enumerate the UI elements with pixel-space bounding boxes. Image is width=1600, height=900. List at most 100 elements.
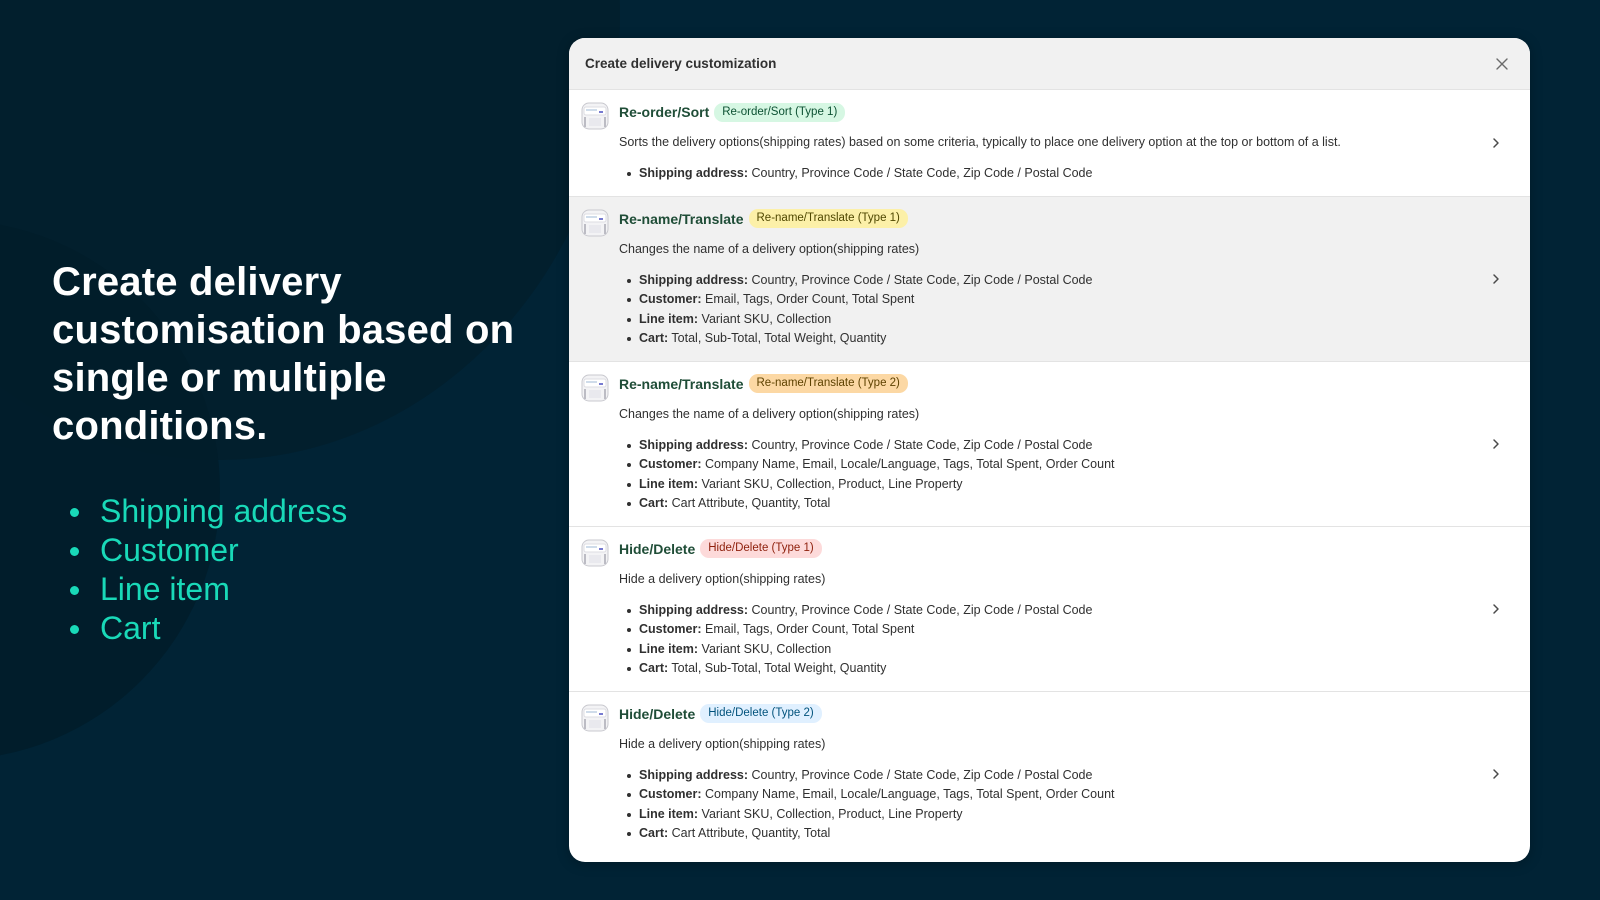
condition-label: Line item: bbox=[639, 476, 699, 491]
condition-label: Cart: bbox=[639, 826, 669, 840]
customization-option[interactable]: Hide/Delete Hide/Delete (Type 1) Hide a … bbox=[569, 527, 1530, 692]
type-badge: Re-name/Translate (Type 1) bbox=[748, 209, 908, 228]
condition-list: Shipping address: Country, Province Code… bbox=[619, 766, 1490, 844]
condition-label: Customer: bbox=[639, 622, 702, 636]
condition-item: Line item: Variant SKU, Collection, Prod… bbox=[627, 805, 1490, 825]
condition-item: Cart: Total, Sub-Total, Total Weight, Qu… bbox=[627, 329, 1490, 349]
condition-item: Customer: Email, Tags, Order Count, Tota… bbox=[627, 290, 1490, 310]
condition-label: Line item: bbox=[639, 641, 699, 656]
bullet-icon bbox=[70, 586, 79, 595]
condition-item: Cart: Cart Attribute, Quantity, Total bbox=[627, 824, 1490, 844]
condition-label: Shipping address: bbox=[639, 602, 749, 617]
condition-item: Shipping address: Country, Province Code… bbox=[627, 766, 1490, 786]
condition-list: Shipping address: Country, Province Code… bbox=[619, 271, 1490, 349]
type-badge: Re-order/Sort (Type 1) bbox=[714, 102, 846, 122]
condition-value: Cart Attribute, Quantity, Total bbox=[671, 826, 831, 840]
condition-value: Variant SKU, Collection bbox=[701, 641, 832, 656]
hero-section: Create delivery customisation based on s… bbox=[52, 258, 532, 648]
condition-value: Cart Attribute, Quantity, Total bbox=[671, 496, 831, 510]
condition-label: Line item: bbox=[639, 311, 699, 326]
condition-item: Line item: Variant SKU, Collection, Prod… bbox=[627, 475, 1490, 495]
condition-value: Total, Sub-Total, Total Weight, Quantity bbox=[671, 661, 887, 675]
chevron-right-icon bbox=[1493, 438, 1499, 449]
condition-value: Country, Province Code / State Code, Zip… bbox=[751, 272, 1093, 287]
customization-option[interactable]: Hide/Delete Hide/Delete (Type 2) Hide a … bbox=[569, 692, 1530, 856]
condition-value: Company Name, Email, Locale/Language, Ta… bbox=[705, 457, 1115, 471]
condition-value: Country, Province Code / State Code, Zip… bbox=[751, 166, 1093, 180]
option-name: Re-name/Translate bbox=[619, 210, 744, 227]
chevron-right-icon bbox=[1493, 138, 1499, 148]
condition-item: Cart: Cart Attribute, Quantity, Total bbox=[627, 494, 1490, 514]
chevron-right-icon bbox=[1493, 603, 1499, 614]
condition-value: Country, Province Code / State Code, Zip… bbox=[751, 437, 1093, 452]
bullet-icon bbox=[70, 625, 79, 634]
customization-option-list: Re-order/Sort Re-order/Sort (Type 1) Sor… bbox=[569, 90, 1530, 856]
option-description: Changes the name of a delivery option(sh… bbox=[619, 406, 920, 421]
app-icon bbox=[581, 704, 609, 731]
hero-condition-item: Cart bbox=[70, 609, 532, 648]
modal-title: Create delivery customization bbox=[585, 56, 777, 71]
close-button[interactable] bbox=[1490, 52, 1514, 76]
create-delivery-customization-modal: Create delivery customization Re-order/S… bbox=[569, 38, 1530, 862]
condition-list: Shipping address: Country, Province Code… bbox=[619, 436, 1490, 514]
hero-condition-item: Shipping address bbox=[70, 492, 532, 531]
chevron-right-icon bbox=[1493, 273, 1499, 284]
option-name: Re-name/Translate bbox=[619, 375, 744, 392]
condition-label: Line item: bbox=[639, 806, 699, 821]
customization-option[interactable]: Re-name/Translate Re-name/Translate (Typ… bbox=[569, 196, 1530, 362]
option-description: Sorts the delivery options(shipping rate… bbox=[619, 135, 1341, 149]
condition-item: Customer: Company Name, Email, Locale/La… bbox=[627, 785, 1490, 805]
app-icon bbox=[581, 374, 609, 401]
condition-label: Cart: bbox=[639, 331, 669, 345]
app-icon bbox=[581, 209, 609, 236]
customization-option[interactable]: Re-name/Translate Re-name/Translate (Typ… bbox=[569, 362, 1530, 527]
condition-value: Variant SKU, Collection, Product, Line P… bbox=[701, 476, 963, 491]
option-name: Re-order/Sort bbox=[619, 104, 710, 120]
condition-value: Total, Sub-Total, Total Weight, Quantity bbox=[671, 331, 887, 345]
condition-value: Country, Province Code / State Code, Zip… bbox=[751, 767, 1093, 782]
condition-label: Cart: bbox=[639, 661, 669, 675]
hero-condition-item: Line item bbox=[70, 570, 532, 609]
condition-item: Line item: Variant SKU, Collection bbox=[627, 310, 1490, 330]
bullet-icon bbox=[70, 547, 79, 556]
option-description: Hide a delivery option(shipping rates) bbox=[619, 571, 826, 586]
condition-value: Country, Province Code / State Code, Zip… bbox=[751, 602, 1093, 617]
option-description: Hide a delivery option(shipping rates) bbox=[619, 736, 826, 751]
condition-item: Shipping address: Country, Province Code… bbox=[627, 601, 1490, 621]
condition-value: Email, Tags, Order Count, Total Spent bbox=[705, 292, 915, 306]
condition-value: Email, Tags, Order Count, Total Spent bbox=[705, 622, 915, 636]
condition-item: Shipping address: Country, Province Code… bbox=[627, 164, 1490, 184]
condition-item: Shipping address: Country, Province Code… bbox=[627, 436, 1490, 456]
condition-item: Shipping address: Country, Province Code… bbox=[627, 271, 1490, 291]
option-name: Hide/Delete bbox=[619, 540, 696, 557]
hero-condition-list: Shipping address Customer Line item Cart bbox=[52, 492, 532, 648]
app-icon bbox=[581, 539, 609, 566]
condition-label: Shipping address: bbox=[639, 166, 749, 180]
condition-list: Shipping address: Country, Province Code… bbox=[619, 164, 1490, 184]
condition-label: Customer: bbox=[639, 457, 702, 471]
modal-header: Create delivery customization bbox=[569, 38, 1530, 90]
hero-condition-item: Customer bbox=[70, 531, 532, 570]
option-name: Hide/Delete bbox=[619, 705, 696, 722]
close-icon bbox=[1496, 57, 1508, 70]
condition-label: Cart: bbox=[639, 496, 669, 510]
app-icon bbox=[581, 102, 609, 130]
condition-label: Customer: bbox=[639, 787, 702, 801]
condition-label: Shipping address: bbox=[639, 767, 749, 782]
condition-value: Variant SKU, Collection, Product, Line P… bbox=[701, 806, 963, 821]
condition-label: Shipping address: bbox=[639, 437, 749, 452]
chevron-right-icon bbox=[1493, 768, 1499, 779]
condition-value: Company Name, Email, Locale/Language, Ta… bbox=[705, 787, 1115, 801]
type-badge: Hide/Delete (Type 1) bbox=[700, 539, 822, 558]
bullet-icon bbox=[70, 508, 79, 517]
condition-value: Variant SKU, Collection bbox=[701, 311, 832, 326]
condition-label: Shipping address: bbox=[639, 272, 749, 287]
customization-option[interactable]: Re-order/Sort Re-order/Sort (Type 1) Sor… bbox=[569, 90, 1530, 197]
hero-title: Create delivery customisation based on s… bbox=[52, 260, 515, 448]
condition-item: Line item: Variant SKU, Collection bbox=[627, 640, 1490, 660]
condition-item: Customer: Email, Tags, Order Count, Tota… bbox=[627, 620, 1490, 640]
condition-list: Shipping address: Country, Province Code… bbox=[619, 601, 1490, 679]
condition-item: Cart: Total, Sub-Total, Total Weight, Qu… bbox=[627, 659, 1490, 679]
type-badge: Re-name/Translate (Type 2) bbox=[748, 374, 908, 393]
condition-label: Customer: bbox=[639, 292, 702, 306]
